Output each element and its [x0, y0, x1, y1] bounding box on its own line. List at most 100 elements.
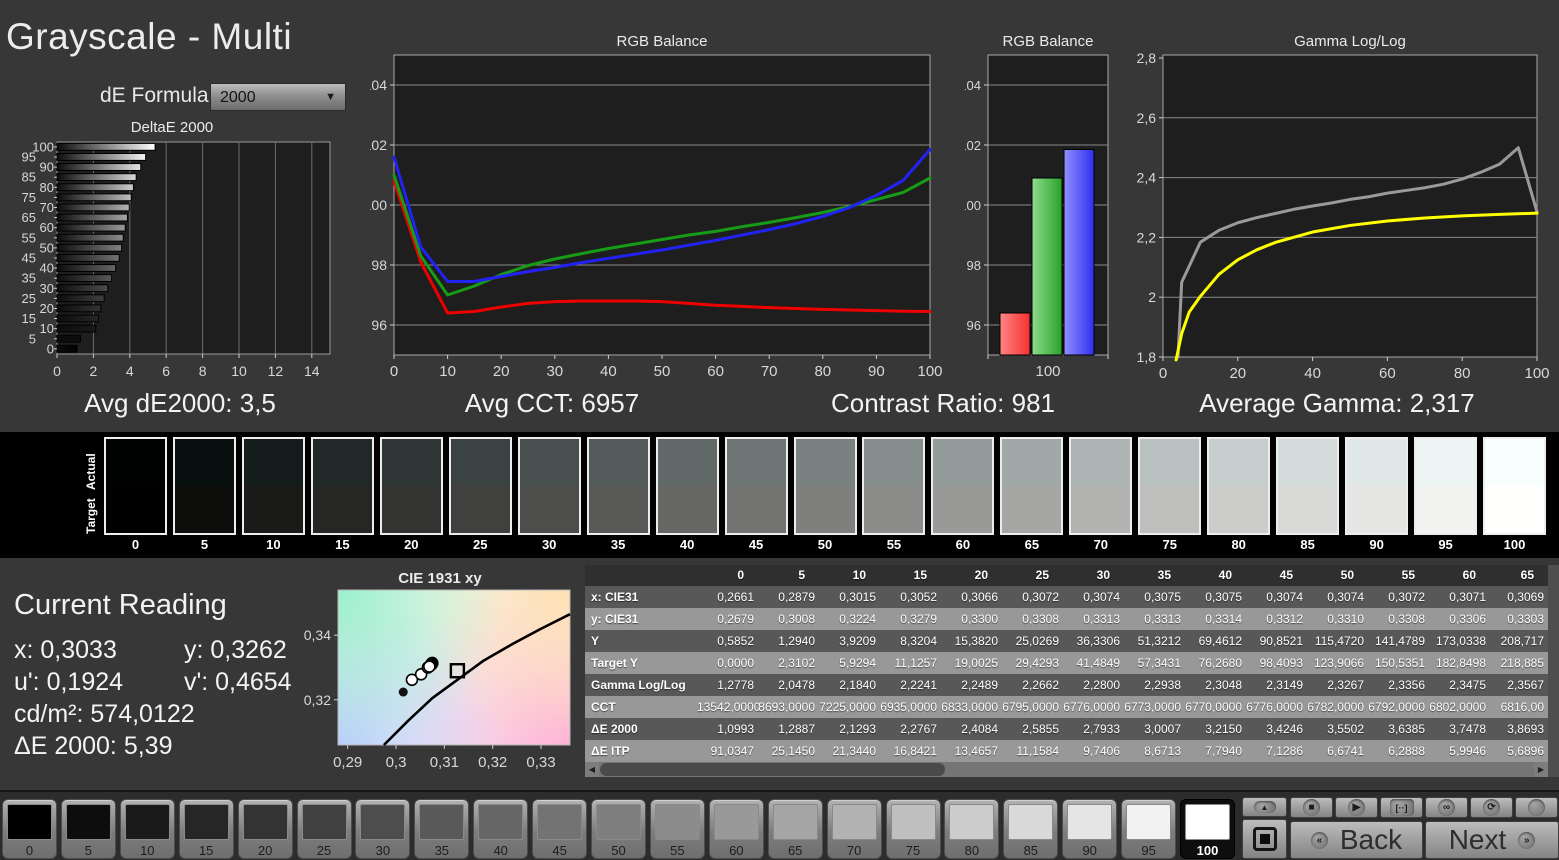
patch-button-label: 75 [887, 843, 940, 858]
stop-button[interactable]: ■ [1290, 797, 1333, 818]
table-cell: 6935,0000 [880, 696, 941, 718]
table-cell: 3,9209 [819, 630, 880, 652]
refresh-button[interactable]: ⟳ [1470, 797, 1513, 818]
table-cell: 0,3072 [1002, 586, 1063, 608]
bottom-toolbar: ▲ « Back Next » 0510 15 202530354045505560… [0, 790, 1559, 860]
table-cell: 0,3312 [1246, 608, 1307, 630]
patch-button-20[interactable]: 20 [238, 799, 293, 859]
patch-button-95[interactable]: 95 [1121, 799, 1176, 859]
patch-button-label: 15 [180, 843, 233, 858]
grayscale-swatch-75 [1138, 437, 1201, 535]
grayscale-swatch-30 [518, 437, 581, 535]
svg-text:RGB Balance: RGB Balance [617, 33, 708, 50]
table-row-label: ΔE 2000 [585, 718, 697, 740]
reading-u: u': 0,1924 [14, 668, 177, 697]
table-cell: 98,4093 [1246, 652, 1307, 674]
patch-button-25[interactable]: 25 [297, 799, 352, 859]
swatch-level-label: 55 [862, 537, 925, 552]
measurement-table: 05101520253035404550556065x: CIE310,2661… [585, 565, 1548, 762]
table-cell: 15,3820 [941, 630, 1002, 652]
svg-text:100: 100 [1524, 365, 1549, 382]
patch-button-60[interactable]: 60 [709, 799, 764, 859]
patch-button-100[interactable]: 100 [1180, 799, 1235, 859]
patch-button-30[interactable]: 30 [355, 799, 410, 859]
swatch-target-half [933, 486, 992, 533]
table-cell: 8693,0000 [758, 696, 819, 718]
deltae-bar-chart: DeltaE 200002468101214100959085807570656… [0, 118, 345, 384]
svg-text:4: 4 [126, 363, 134, 379]
next-button[interactable]: Next » [1425, 821, 1559, 859]
de-formula-dropdown[interactable]: 2000 ▼ [210, 83, 346, 111]
swatch-actual-half [1140, 439, 1199, 486]
table-cell: 0,3279 [880, 608, 941, 630]
patch-button-50[interactable]: 50 [591, 799, 646, 859]
svg-text:20: 20 [1229, 365, 1246, 382]
back-button[interactable]: « Back [1290, 821, 1423, 859]
table-cell: 208,717 [1490, 630, 1548, 652]
patch-button-70[interactable]: 70 [827, 799, 882, 859]
square-icon [1253, 827, 1277, 851]
avg-de2000-stat: Avg dE2000: 3,5 [20, 388, 340, 424]
play-icon: ▶ [1348, 799, 1365, 816]
table-cell: 141,4789 [1368, 630, 1429, 652]
swatch-level-label: 70 [1069, 537, 1132, 552]
patch-button-35[interactable]: 35 [414, 799, 469, 859]
swatch-target-half [864, 486, 923, 533]
infinity-loop-button[interactable]: ∞ [1425, 797, 1468, 818]
table-cell: 11,1584 [1002, 740, 1063, 762]
patch-button-label: 65 [769, 843, 822, 858]
grayscale-swatch-10 [242, 437, 305, 535]
svg-text:98: 98 [967, 258, 981, 273]
collapse-up-button[interactable]: ▲ [1242, 797, 1287, 817]
play-button[interactable]: ▶ [1335, 797, 1378, 818]
table-cell: 123,9066 [1307, 652, 1368, 674]
table-cell: 91,0347 [697, 740, 758, 762]
svg-text:100: 100 [1035, 363, 1060, 380]
patch-swatch [714, 804, 759, 840]
patch-swatch [302, 804, 347, 840]
table-row: Y0,58521,29403,92098,320415,382025,02693… [585, 630, 1548, 652]
patch-button-45[interactable]: 45 [532, 799, 587, 859]
table-cell: 51,3212 [1124, 630, 1185, 652]
table-row-label: x: CIE31 [585, 586, 697, 608]
target-row-label: Target [84, 490, 98, 542]
grayscale-swatch-50 [794, 437, 857, 535]
rgb-balance-line-chart: RGB Balance96981001021040102030405060708… [370, 30, 950, 390]
patch-button-5[interactable]: 5 [61, 799, 116, 859]
patch-button-90[interactable]: 90 [1062, 799, 1117, 859]
patch-button-75[interactable]: 75 [886, 799, 941, 859]
patch-button-0[interactable]: 0 [2, 799, 57, 859]
svg-text:40: 40 [1304, 365, 1321, 382]
table-cell: 0,3224 [819, 608, 880, 630]
patch-button-85[interactable]: 85 [1003, 799, 1058, 859]
table-cell: 2,3048 [1185, 674, 1246, 696]
svg-text:70: 70 [761, 363, 778, 380]
table-vertical-scrollbar[interactable] [1548, 565, 1559, 777]
scroll-right-icon[interactable]: ▶ [1534, 762, 1548, 777]
patch-button-15[interactable]: 15 [179, 799, 234, 859]
scroll-left-icon[interactable]: ◀ [585, 762, 599, 777]
de-formula-value: 2000 [220, 89, 256, 106]
svg-text:60: 60 [40, 220, 54, 235]
grayscale-swatch-90 [1345, 437, 1408, 535]
patch-swatch [655, 804, 700, 840]
patch-button-label: 100 [1181, 843, 1234, 858]
patch-button-80[interactable]: 80 [944, 799, 999, 859]
calibration-app-window: { "window": { "title": "Grayscale - Mult… [0, 0, 1559, 860]
pattern-window-button[interactable] [1242, 819, 1287, 859]
reading-de2000: ΔE 2000: 5,39 [14, 732, 172, 761]
table-horizontal-scrollbar[interactable]: ◀ ▶ [585, 762, 1548, 777]
patch-button-label: 95 [1122, 843, 1175, 858]
table-column-header: 0 [697, 565, 758, 586]
patch-button-40[interactable]: 40 [473, 799, 528, 859]
scrollbar-thumb[interactable] [600, 763, 945, 776]
bracket-range-button[interactable]: [··] [1380, 797, 1423, 818]
swatch-level-label: 60 [931, 537, 994, 552]
patch-button-label: 85 [1004, 843, 1057, 858]
page-title: Grayscale - Multi [6, 16, 292, 58]
patch-button-65[interactable]: 65 [768, 799, 823, 859]
patch-button-10[interactable]: 10 [120, 799, 175, 859]
table-cell: 7,1286 [1246, 740, 1307, 762]
blank-circle-button[interactable] [1515, 797, 1558, 818]
patch-button-55[interactable]: 55 [650, 799, 705, 859]
